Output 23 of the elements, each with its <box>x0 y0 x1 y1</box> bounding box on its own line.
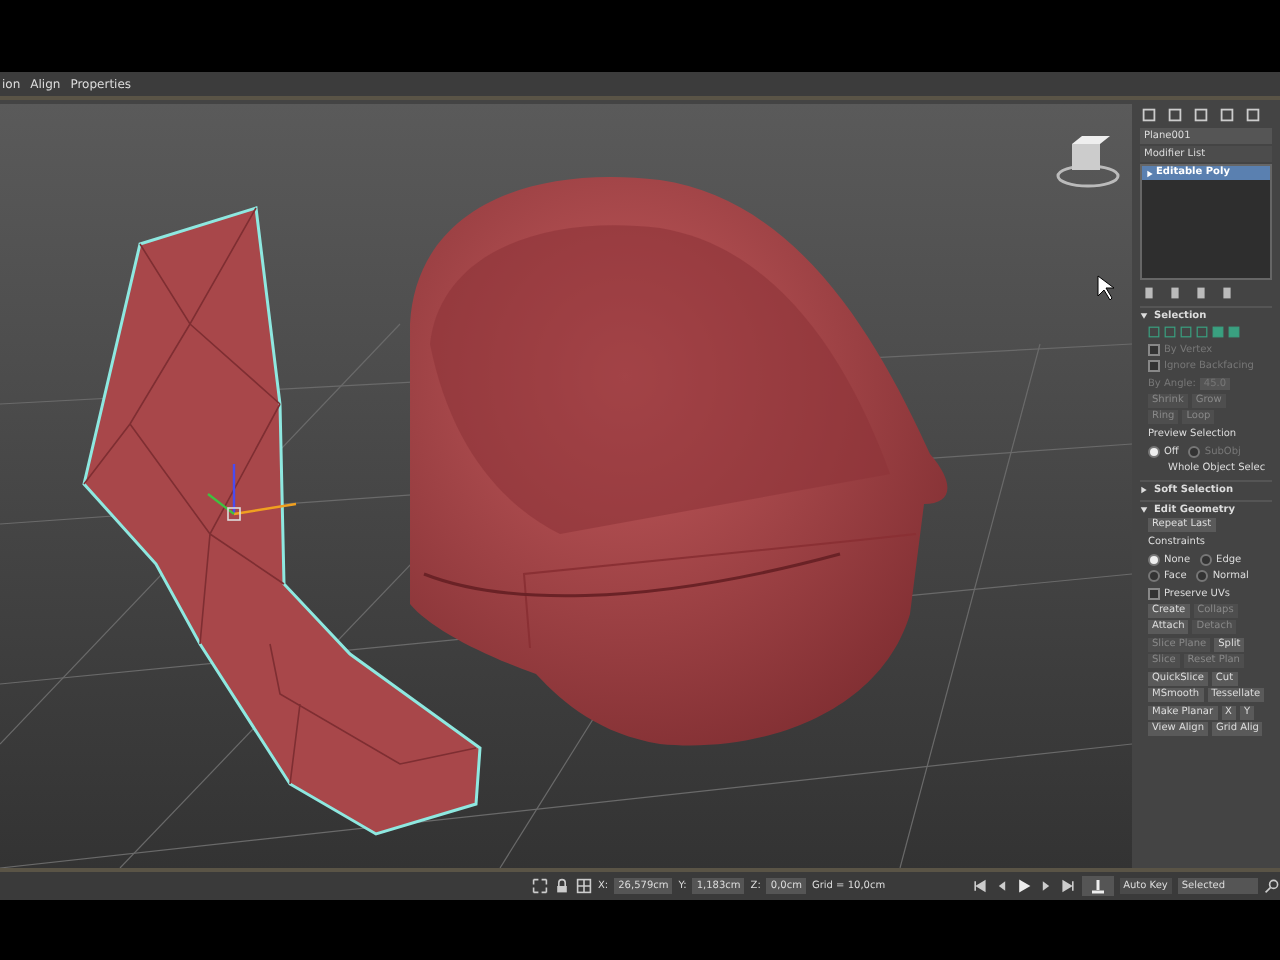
expand-arrow-icon[interactable] <box>1146 169 1154 177</box>
radio-button[interactable] <box>1148 553 1160 566</box>
previous-frame-icon[interactable] <box>993 878 1010 894</box>
radio-button[interactable] <box>1200 553 1213 566</box>
lock-icon[interactable] <box>554 878 570 894</box>
grid-icon[interactable] <box>576 878 592 894</box>
play-icon[interactable] <box>1015 878 1032 894</box>
radio-button[interactable] <box>1148 570 1160 583</box>
radio-button[interactable] <box>1196 570 1209 583</box>
set-key-icon[interactable] <box>1081 876 1114 896</box>
viewcube-icon <box>1056 136 1120 188</box>
go-to-start-icon[interactable] <box>971 878 988 894</box>
cursor-icon <box>1097 275 1115 301</box>
radio-button[interactable] <box>1148 445 1160 458</box>
next-frame-icon[interactable] <box>1037 878 1054 894</box>
expand-arrow-icon[interactable] <box>1140 505 1148 513</box>
transform-gizmo-icon <box>207 464 297 521</box>
go-to-end-icon[interactable] <box>1059 878 1076 894</box>
checkbox[interactable] <box>1148 587 1160 600</box>
search-icon[interactable] <box>1264 878 1280 894</box>
expand-arrow-icon[interactable] <box>1140 485 1148 493</box>
expand-arrow-icon[interactable] <box>1140 312 1148 320</box>
isolate-icon[interactable] <box>532 878 548 894</box>
